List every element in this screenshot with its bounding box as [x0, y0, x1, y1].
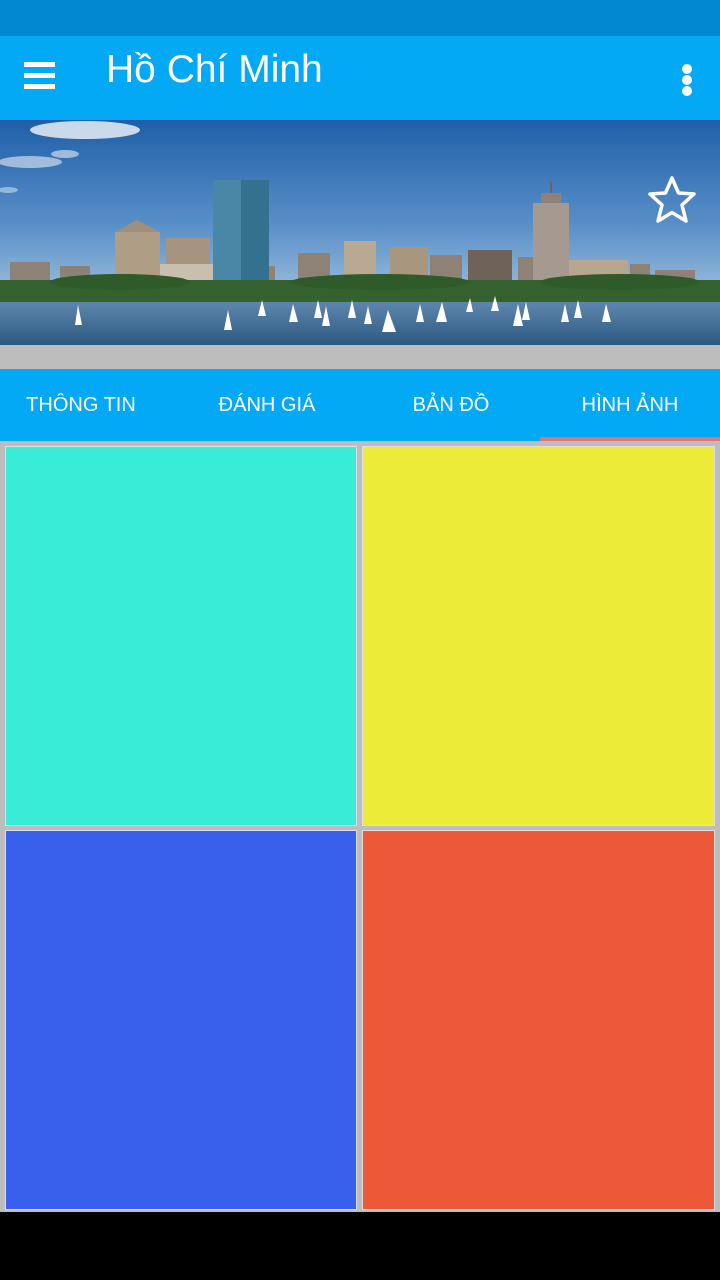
gallery-item[interactable]: [5, 830, 357, 1210]
gallery-item[interactable]: [5, 446, 357, 826]
tab-bar: THÔNG TIN ĐÁNH GIÁ BẢN ĐỒ HÌNH ẢNH: [0, 369, 720, 441]
gallery-item[interactable]: [362, 446, 715, 826]
navigation-bar: [0, 1212, 720, 1280]
tab-info[interactable]: THÔNG TIN: [0, 369, 162, 441]
hero-image: [0, 120, 720, 345]
tab-photos[interactable]: HÌNH ẢNH: [540, 369, 720, 441]
page-title: Hồ Chí Minh: [106, 48, 323, 91]
more-vert-icon[interactable]: [672, 58, 702, 102]
photo-grid: [0, 441, 720, 1212]
hamburger-menu-icon[interactable]: [18, 54, 62, 98]
star-outline-icon[interactable]: [646, 174, 698, 226]
tab-map[interactable]: BẢN ĐỒ: [362, 369, 540, 441]
header-divider: [0, 345, 720, 369]
status-bar: [0, 0, 720, 36]
tab-reviews[interactable]: ĐÁNH GIÁ: [180, 369, 354, 441]
gallery-item[interactable]: [362, 830, 715, 1210]
app-bar: Hồ Chí Minh: [0, 36, 720, 120]
